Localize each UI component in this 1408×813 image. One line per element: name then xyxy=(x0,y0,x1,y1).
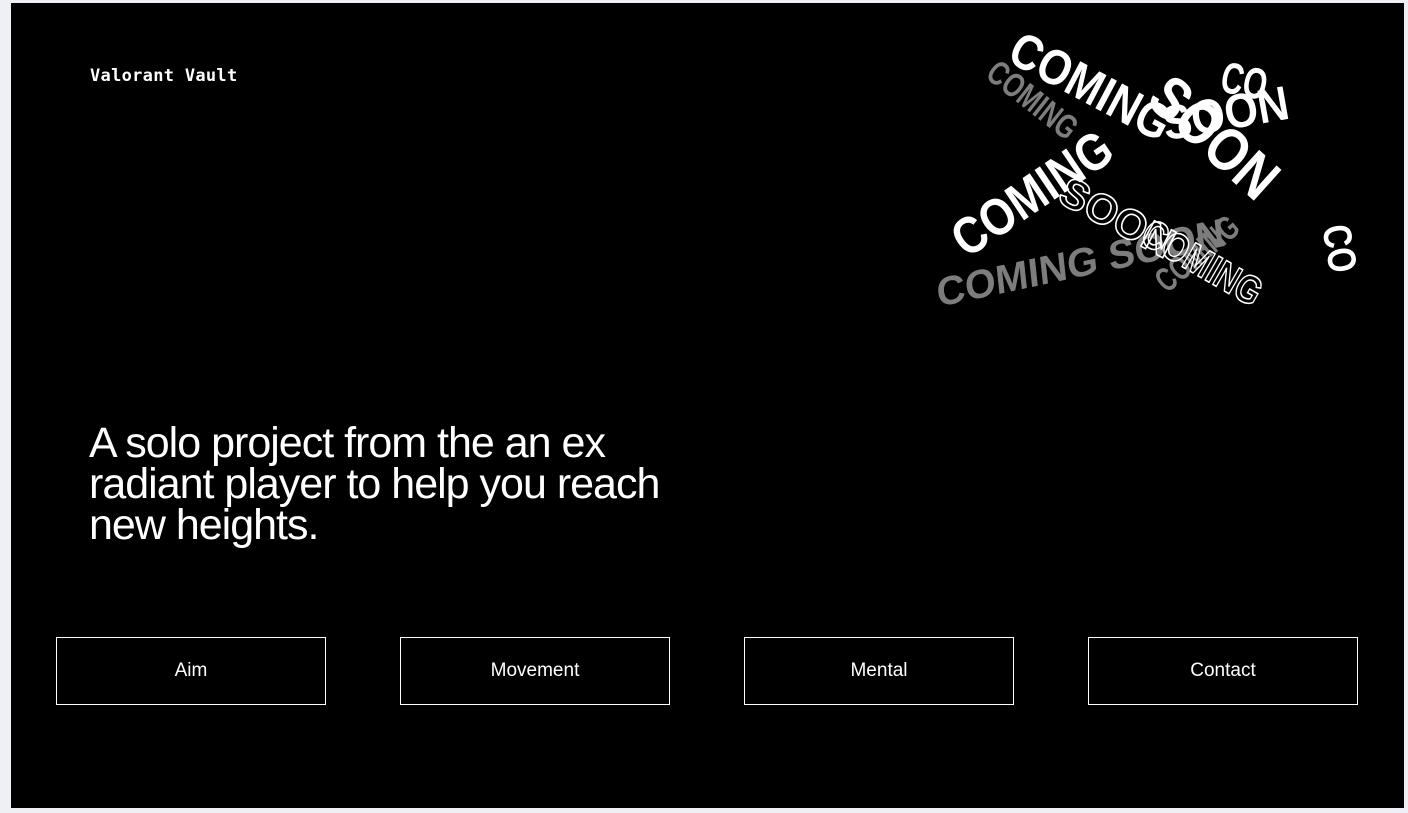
coming-soon-graphic: COMING SOON COMING COMING SOON COMING CO… xyxy=(935,20,1396,361)
mental-button[interactable]: Mental xyxy=(744,637,1014,705)
aim-button[interactable]: Aim xyxy=(56,637,326,705)
coming-soon-tail-top: CO xyxy=(1216,54,1271,111)
movement-button[interactable]: Movement xyxy=(400,637,670,705)
coming-soon-tail-bottom: CO xyxy=(1313,221,1366,276)
page-canvas: Valorant Vault COMING SOON COMING COMING… xyxy=(11,3,1404,808)
brand-title[interactable]: Valorant Vault xyxy=(90,66,238,86)
contact-button[interactable]: Contact xyxy=(1088,637,1358,705)
hero-headline: A solo project from the an ex radiant pl… xyxy=(89,419,660,549)
